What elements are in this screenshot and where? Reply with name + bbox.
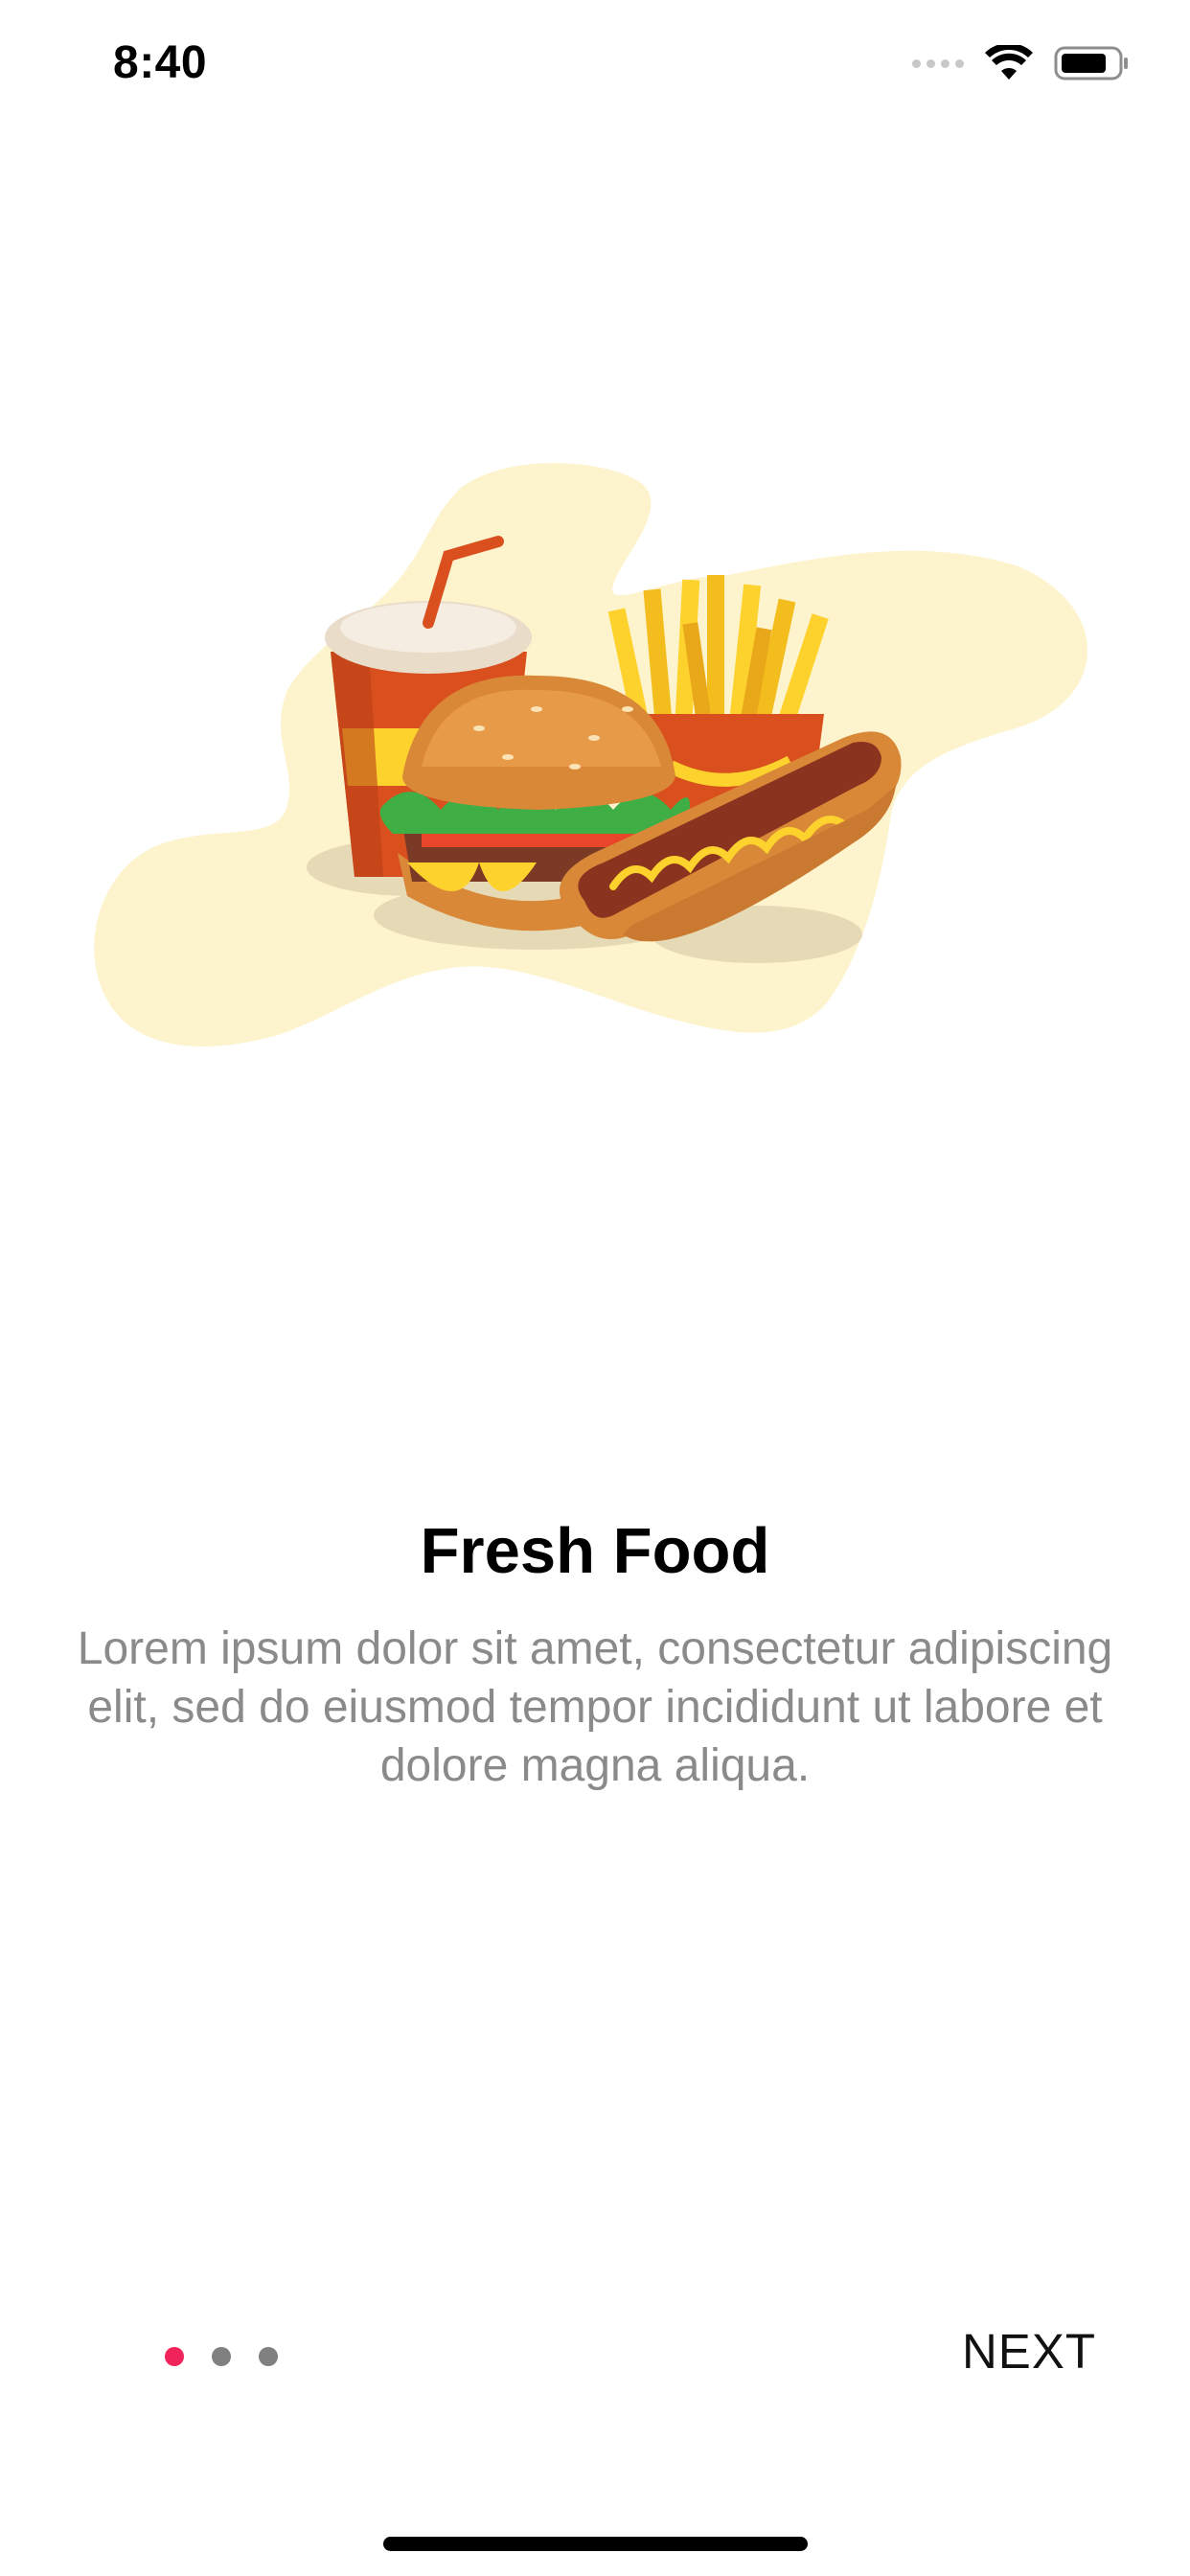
- page-dot-2[interactable]: [212, 2347, 231, 2366]
- status-bar: 8:40: [0, 0, 1190, 126]
- battery-icon: [1054, 46, 1128, 80]
- next-button[interactable]: NEXT: [962, 2323, 1096, 2380]
- status-time: 8:40: [113, 37, 208, 88]
- page-indicator: [165, 2347, 278, 2366]
- cellular-signal-icon: [912, 58, 964, 68]
- wifi-icon: [985, 45, 1033, 80]
- page-dot-1[interactable]: [165, 2347, 184, 2366]
- fast-food-illustration: [94, 463, 1088, 1046]
- onboarding-description: Lorem ipsum dolor sit amet, consectetur …: [77, 1623, 1113, 1791]
- page-dot-3[interactable]: [259, 2347, 278, 2366]
- status-icons: [912, 42, 1131, 84]
- onboarding-title: Fresh Food: [420, 1515, 770, 1587]
- home-indicator[interactable]: [383, 2537, 808, 2551]
